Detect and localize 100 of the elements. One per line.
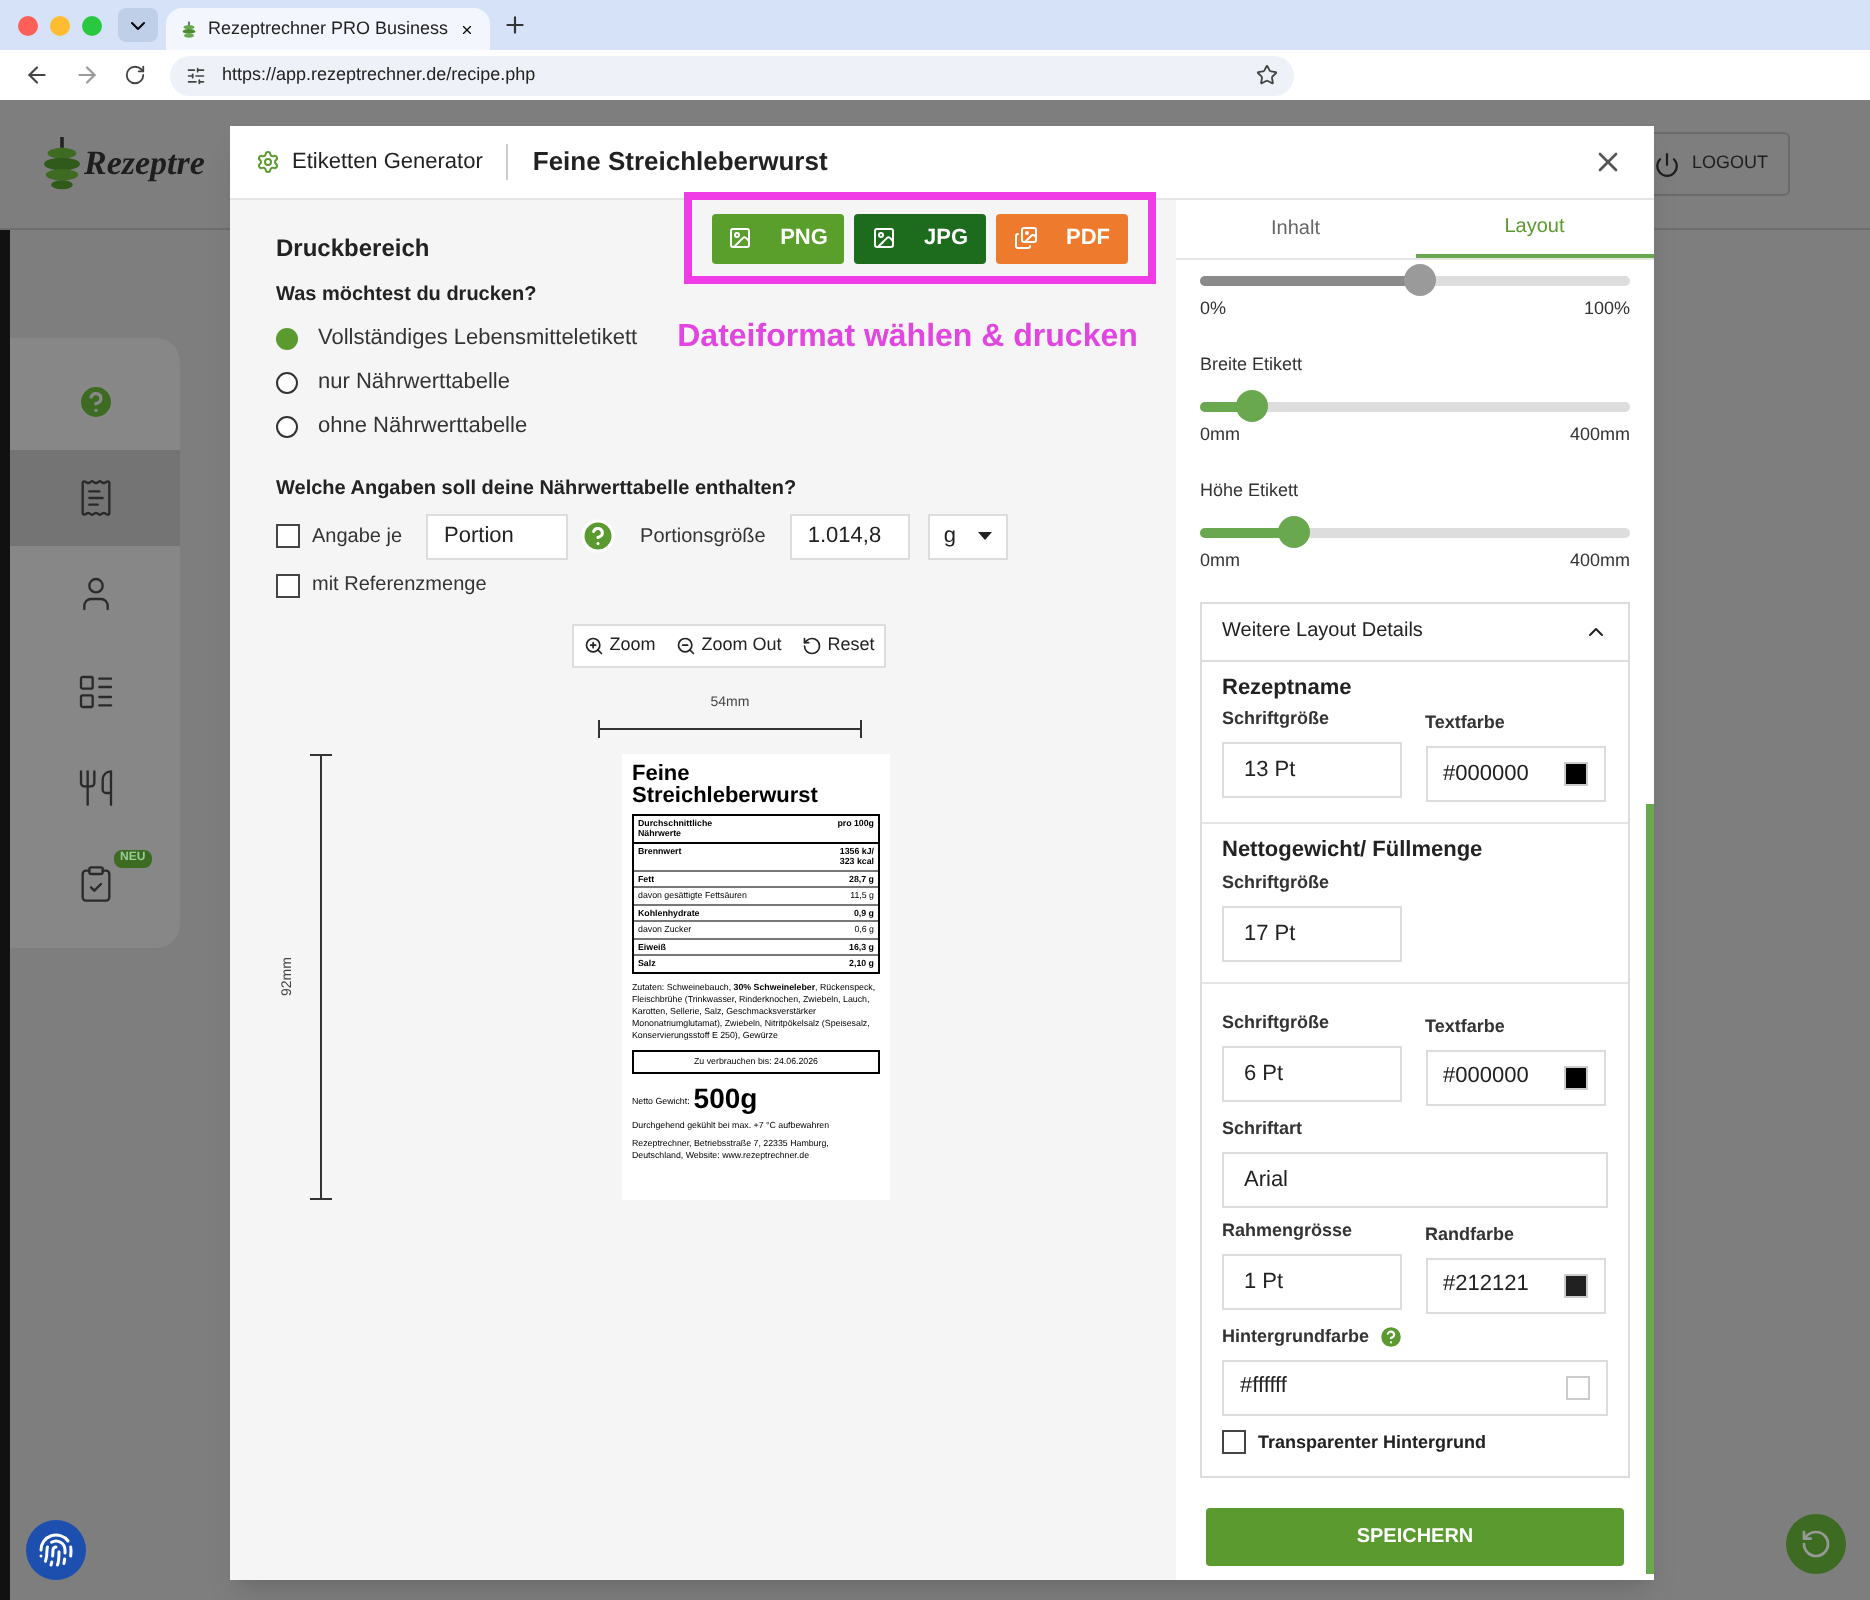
refresh-button[interactable]	[1786, 1514, 1846, 1574]
checkbox-label: Angabe je	[312, 523, 403, 551]
field-label: Hintergrundfarbe	[1222, 1323, 1370, 1350]
fingerprint-button[interactable]	[26, 1520, 86, 1580]
color-field[interactable]: #212121	[1425, 1257, 1605, 1313]
slider-label: Breite Etikett	[1200, 351, 1305, 377]
field-label: Schriftgröße	[1222, 869, 1330, 896]
slider-max: 400mm	[1569, 422, 1630, 448]
slider[interactable]	[1200, 516, 1630, 548]
color-value: #212121	[1443, 1270, 1529, 1301]
radio-button[interactable]	[276, 371, 298, 393]
help-icon	[75, 382, 115, 423]
scrollbar-thumb[interactable]	[1646, 804, 1654, 1574]
field-label: Textfarbe	[1425, 710, 1505, 737]
slider-thumb[interactable]	[1403, 264, 1436, 296]
images-icon	[1014, 226, 1038, 250]
radio-button[interactable]	[276, 415, 298, 437]
zoom-in-icon	[583, 636, 604, 656]
checkbox[interactable]	[276, 524, 300, 548]
field-label: Schriftart	[1222, 1115, 1303, 1142]
net-weight-value: 500g	[693, 1084, 758, 1113]
slider-max: 100%	[1583, 296, 1630, 322]
text-field[interactable]: 1 Pt	[1222, 1253, 1402, 1309]
reset-icon	[801, 636, 822, 656]
zoom-out-icon	[675, 636, 696, 656]
question-text: Welche Angaben soll deine Nährwerttabelle enthalten?	[276, 476, 799, 504]
forward-icon[interactable]	[74, 62, 100, 88]
color-value: #000000	[1443, 1062, 1529, 1093]
bookmark-star-icon[interactable]	[1256, 64, 1278, 86]
slider-min: 0mm	[1200, 548, 1240, 574]
color-value: #ffffff	[1240, 1372, 1287, 1403]
browser-tab[interactable]: Rezeptrechner PRO Business	[166, 8, 490, 50]
fingerprint-icon	[38, 1532, 74, 1568]
slider-max: 400mm	[1569, 548, 1630, 574]
apple-logo-icon	[182, 17, 196, 41]
field-label: Schriftgröße	[1222, 706, 1330, 733]
field-label: Textfarbe	[1425, 1013, 1505, 1040]
portion-size-label: Portionsgröße	[640, 523, 766, 551]
slider[interactable]	[1200, 264, 1630, 296]
text-field[interactable]: 6 Pt	[1222, 1045, 1402, 1101]
refresh-icon	[1800, 1528, 1832, 1560]
section-title: Druckbereich	[276, 232, 430, 266]
text-field[interactable]: Arial	[1222, 1151, 1608, 1207]
slider-thumb[interactable]	[1278, 516, 1311, 548]
label-title: Feine Streichleberwurst	[632, 763, 820, 807]
slider-min: 0mm	[1200, 422, 1240, 448]
tab[interactable]: Inhalt	[1176, 200, 1415, 258]
help-icon[interactable]	[580, 518, 617, 554]
radio-button[interactable]	[276, 327, 298, 349]
field-label: Schriftgröße	[1222, 1009, 1330, 1036]
text-field[interactable]: 13 Pt	[1222, 742, 1402, 798]
color-field[interactable]: #000000	[1425, 746, 1605, 802]
slider-label: Höhe Etikett	[1200, 477, 1301, 503]
accordion-header[interactable]: Weitere Layout Details	[1202, 603, 1628, 661]
logo-text: Rezeptre	[84, 142, 205, 187]
zoom-button[interactable]: Reset	[795, 632, 881, 660]
tab-list-button[interactable]	[118, 8, 158, 42]
annotation-text: Dateiformat wählen & drucken	[677, 318, 1138, 358]
question-text: Was möchtest du drucken?	[276, 282, 539, 310]
zoom-button[interactable]: Zoom Out	[669, 632, 788, 660]
color-field[interactable]: #ffffff	[1222, 1359, 1608, 1415]
checkbox-label: Transparenter Hintergrund	[1258, 1429, 1487, 1456]
new-tab-icon[interactable]	[502, 12, 528, 38]
radio-label: Vollständiges Lebensmitteletikett	[318, 323, 638, 354]
help-icon[interactable]	[1377, 1324, 1404, 1350]
image-icon	[728, 226, 753, 250]
color-value: #000000	[1443, 759, 1529, 790]
portion-field[interactable]: Portion	[426, 513, 569, 559]
checklist-icon	[75, 671, 115, 712]
sidebar-item[interactable]	[10, 450, 180, 547]
gear-icon	[256, 150, 280, 174]
radio-label: ohne Nährwerttabelle	[318, 411, 528, 442]
checkbox[interactable]	[276, 573, 300, 597]
image-icon	[871, 226, 896, 250]
slider[interactable]	[1200, 390, 1630, 422]
field-label: Rahmengrösse	[1222, 1217, 1353, 1244]
section-heading: Nettogewicht/ Füllmenge	[1222, 836, 1485, 866]
slider-min: 0%	[1200, 296, 1227, 322]
reload-icon[interactable]	[124, 64, 146, 86]
apple-logo-icon	[44, 136, 80, 192]
url-text: https://app.rezeptrechner.de/recipe.php	[222, 61, 536, 88]
site-settings-icon[interactable]	[186, 65, 206, 85]
dialog-title: Feine Streichleberwurst	[532, 144, 828, 181]
unit-select[interactable]: g	[927, 513, 1008, 559]
address-field[interactable]: https://app.rezeptrechner.de/recipe.php	[170, 55, 1294, 95]
color-field[interactable]: #000000	[1425, 1049, 1605, 1105]
caret-icon	[977, 532, 992, 540]
dialog-subtitle: Etiketten Generator	[292, 147, 483, 178]
field-label: Randfarbe	[1425, 1221, 1515, 1248]
tab-title: Rezeptrechner PRO Business	[207, 15, 449, 42]
section-heading: Rezeptname	[1222, 673, 1354, 703]
back-icon[interactable]	[24, 62, 50, 88]
zoom-button[interactable]: Zoom	[577, 632, 662, 660]
checkbox[interactable]	[1222, 1430, 1246, 1455]
portion-size-field[interactable]: 1.014,8	[789, 513, 910, 559]
text-field[interactable]: 17 Pt	[1222, 905, 1402, 961]
export-button[interactable]: JPG	[854, 213, 986, 263]
checkbox-label: mit Referenzmenge	[312, 572, 487, 600]
power-icon	[1653, 151, 1680, 177]
slider-thumb[interactable]	[1235, 390, 1268, 422]
